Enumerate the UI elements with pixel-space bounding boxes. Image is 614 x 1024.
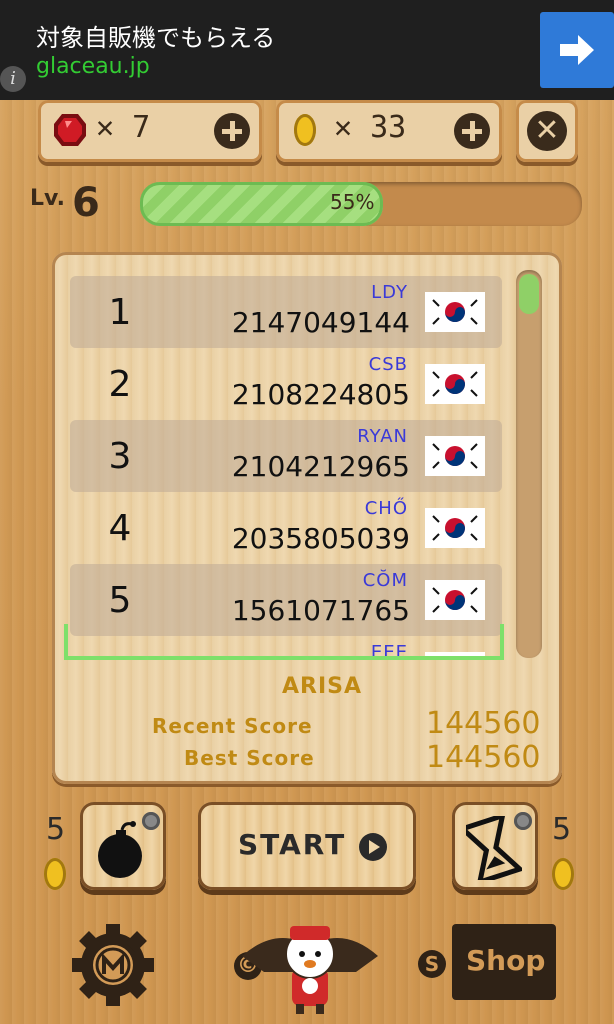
player-name: ARISA xyxy=(281,674,363,699)
player-score: 2035805039 xyxy=(231,522,410,555)
recent-score-value: 144560 xyxy=(426,706,541,741)
rank-number: 5 xyxy=(108,580,132,621)
player-score: 2104212965 xyxy=(231,450,410,483)
coin-icon xyxy=(294,114,316,146)
time-item-button[interactable] xyxy=(452,802,538,890)
korea-flag-icon xyxy=(425,580,485,620)
start-button[interactable]: START xyxy=(198,802,416,890)
leaderboard-list[interactable]: 1 LDY 2147049144 2 CSB 2108224805 3 RYAN 2104212… xyxy=(70,276,502,660)
rank-number: 3 xyxy=(108,436,132,477)
coin-count: ✕ 33 xyxy=(334,110,407,145)
time-coin-icon xyxy=(552,858,574,890)
rank-number: 1 xyxy=(108,292,132,333)
ad-banner[interactable]: 対象自販機でもらえる glaceau.jp i xyxy=(0,0,614,100)
xp-progress-label: 55% xyxy=(330,190,375,214)
ad-headline[interactable]: 対象自販機でもらえる xyxy=(36,18,275,53)
gem-count: ✕ 7 xyxy=(96,110,151,145)
korea-flag-icon xyxy=(425,364,485,404)
level-prefix: Lv. xyxy=(30,186,65,211)
player-score: 1561071765 xyxy=(231,594,410,627)
shop-label: Shop xyxy=(466,944,546,977)
player-nickname: LDY xyxy=(371,282,408,303)
xp-progress-bar: 55% xyxy=(140,182,582,226)
player-nickname: CHŐ xyxy=(364,498,408,519)
korea-flag-icon xyxy=(425,292,485,332)
level-number: 6 xyxy=(72,180,100,226)
time-price: 5 xyxy=(552,812,572,847)
leaderboard-row: 1 LDY 2147049144 xyxy=(70,276,502,348)
bomb-item-button[interactable] xyxy=(80,802,166,890)
rank-number: 4 xyxy=(108,508,132,549)
best-score-value: 144560 xyxy=(426,740,541,775)
add-coins-button[interactable] xyxy=(454,113,490,149)
arrow-right-icon xyxy=(560,35,594,65)
leaderboard-row: 3 RYAN 2104212965 xyxy=(70,420,502,492)
best-score-label: Best Score xyxy=(184,746,315,770)
leaderboard-row: 4 CHŐ 2035805039 xyxy=(70,492,502,564)
leaderboard-row: 2 CSB 2108224805 xyxy=(70,348,502,420)
leaderboard-scrollbar[interactable] xyxy=(516,270,542,658)
close-button[interactable]: ✕ xyxy=(516,100,578,162)
gem-counter: ✕ 7 xyxy=(38,100,262,162)
ad-url[interactable]: glaceau.jp xyxy=(36,54,150,79)
current-player-highlight xyxy=(64,624,504,660)
bomb-price: 5 xyxy=(46,812,66,847)
bomb-icon xyxy=(98,821,142,878)
ad-open-button[interactable] xyxy=(540,12,614,88)
mascot-character-icon[interactable] xyxy=(236,916,384,1016)
scrollbar-thumb[interactable] xyxy=(519,274,539,314)
player-score: 2108224805 xyxy=(231,378,410,411)
player-nickname: RYAN xyxy=(357,426,408,447)
close-icon: ✕ xyxy=(527,111,567,151)
coin-counter: ✕ 33 xyxy=(276,100,502,162)
player-nickname: CŎM xyxy=(362,570,408,591)
recent-score-label: Recent Score xyxy=(152,714,313,738)
menu-gear-button[interactable] xyxy=(70,922,156,1008)
bomb-coin-icon xyxy=(44,858,66,890)
korea-flag-icon xyxy=(425,436,485,476)
rank-number: 2 xyxy=(108,364,132,405)
add-gems-button[interactable] xyxy=(214,113,250,149)
ruby-gem-icon xyxy=(54,114,86,146)
shop-s-icon: S xyxy=(418,950,446,978)
player-score: 2147049144 xyxy=(231,306,410,339)
start-label: START xyxy=(238,828,347,861)
ad-info-icon[interactable]: i xyxy=(0,66,26,92)
player-nickname: CSB xyxy=(368,354,408,375)
korea-flag-icon xyxy=(425,508,485,548)
hourglass-icon xyxy=(466,816,522,880)
play-icon xyxy=(359,833,387,861)
shop-button[interactable]: Shop xyxy=(452,924,556,1000)
